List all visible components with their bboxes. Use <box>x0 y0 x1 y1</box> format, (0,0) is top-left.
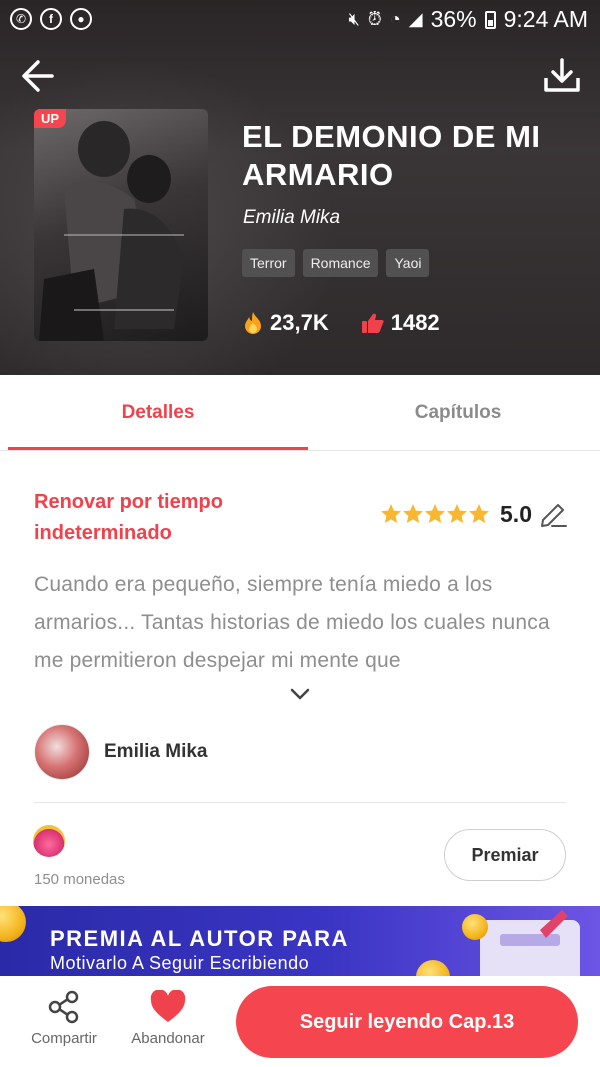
continue-reading-button[interactable]: Seguir leyendo Cap.13 <box>236 986 578 1058</box>
stars-icon <box>381 504 490 523</box>
tab-bar: Detalles Capítulos <box>0 375 600 451</box>
notification-icon: ● <box>70 8 92 30</box>
battery-icon <box>484 10 496 29</box>
coin-count: 150 monedas <box>34 871 125 888</box>
reward-button[interactable]: Premiar <box>444 829 566 881</box>
share-icon <box>48 990 79 1024</box>
coin-decoration-icon <box>462 914 488 940</box>
renewal-status: Renovar por tiempo indeterminado <box>34 491 223 544</box>
divider <box>34 802 566 803</box>
share-label: Compartir <box>31 1030 97 1047</box>
book-header: ✆ f ● 🔇︎ ⏰︎ ◔ ◢ 36% 9:24 AM UP EL DEMONI… <box>0 0 600 375</box>
signal-icon: ◢ <box>408 9 423 29</box>
whatsapp-icon: ✆ <box>10 8 32 30</box>
wifi-icon: ◔ <box>389 9 401 29</box>
author-name: Emilia Mika <box>104 741 208 762</box>
chevron-down-icon <box>290 688 310 700</box>
heart-icon <box>150 990 186 1022</box>
active-tab-indicator <box>8 447 308 450</box>
share-button[interactable]: Compartir <box>24 990 104 1047</box>
back-arrow-icon <box>22 60 54 92</box>
coin-badge-icon <box>33 825 65 857</box>
edit-rating-icon[interactable] <box>538 500 568 528</box>
tag-yaoi[interactable]: Yaoi <box>386 249 430 277</box>
views-count: 23,7K <box>270 310 329 335</box>
book-cover[interactable] <box>34 109 208 341</box>
abandon-button[interactable]: Abandonar <box>124 990 212 1047</box>
download-icon <box>544 58 580 92</box>
author-profile-row[interactable]: Emilia Mika <box>34 724 208 780</box>
alarm-icon: ⏰︎ <box>367 9 382 29</box>
back-button[interactable] <box>16 54 60 98</box>
clock: 9:24 AM <box>503 6 588 32</box>
expand-synopsis-button[interactable] <box>288 686 312 707</box>
tag-romance[interactable]: Romance <box>302 249 379 277</box>
abandon-label: Abandonar <box>131 1030 205 1047</box>
coin-decoration-icon <box>0 906 26 942</box>
likes-count: 1482 <box>390 310 440 335</box>
thumbs-up-icon <box>361 313 384 333</box>
synopsis: Cuando era pequeño, siempre tenía miedo … <box>34 573 550 672</box>
rating: 5.0 <box>380 500 568 528</box>
tab-details[interactable]: Detalles <box>8 375 308 451</box>
tab-chapters[interactable]: Capítulos <box>308 375 600 451</box>
tag-terror[interactable]: Terror <box>242 249 295 277</box>
download-button[interactable] <box>540 54 584 98</box>
author-avatar <box>34 724 90 780</box>
battery-percent: 36% <box>430 6 477 32</box>
cover-illustration <box>39 121 184 341</box>
genre-tags: Terror Romance Yaoi <box>242 249 430 277</box>
book-author[interactable]: Emilia Mika <box>243 207 340 229</box>
star-rating <box>380 503 490 525</box>
coin-decoration-icon <box>416 960 450 976</box>
writing-illustration-icon <box>480 910 580 976</box>
status-bar: ✆ f ● 🔇︎ ⏰︎ ◔ ◢ 36% 9:24 AM <box>0 0 600 40</box>
fire-icon <box>245 312 261 334</box>
book-stats: 23,7K 1482 <box>242 310 472 336</box>
banner-title: PREMIA AL AUTOR PARA <box>50 926 349 951</box>
book-title: EL DEMONIO DE MI ARMARIO <box>242 119 541 192</box>
bottom-action-bar: Compartir Abandonar Seguir leyendo Cap.1… <box>0 976 600 1067</box>
banner-subtitle: Motivarlo A Seguir Escribiendo <box>50 953 310 973</box>
mute-icon: 🔇︎ <box>348 9 360 29</box>
reward-author-banner[interactable]: PREMIA AL AUTOR PARA Motivarlo A Seguir … <box>0 906 600 976</box>
up-badge: UP <box>34 109 67 128</box>
rating-value: 5.0 <box>500 500 532 527</box>
facebook-icon: f <box>40 8 62 30</box>
